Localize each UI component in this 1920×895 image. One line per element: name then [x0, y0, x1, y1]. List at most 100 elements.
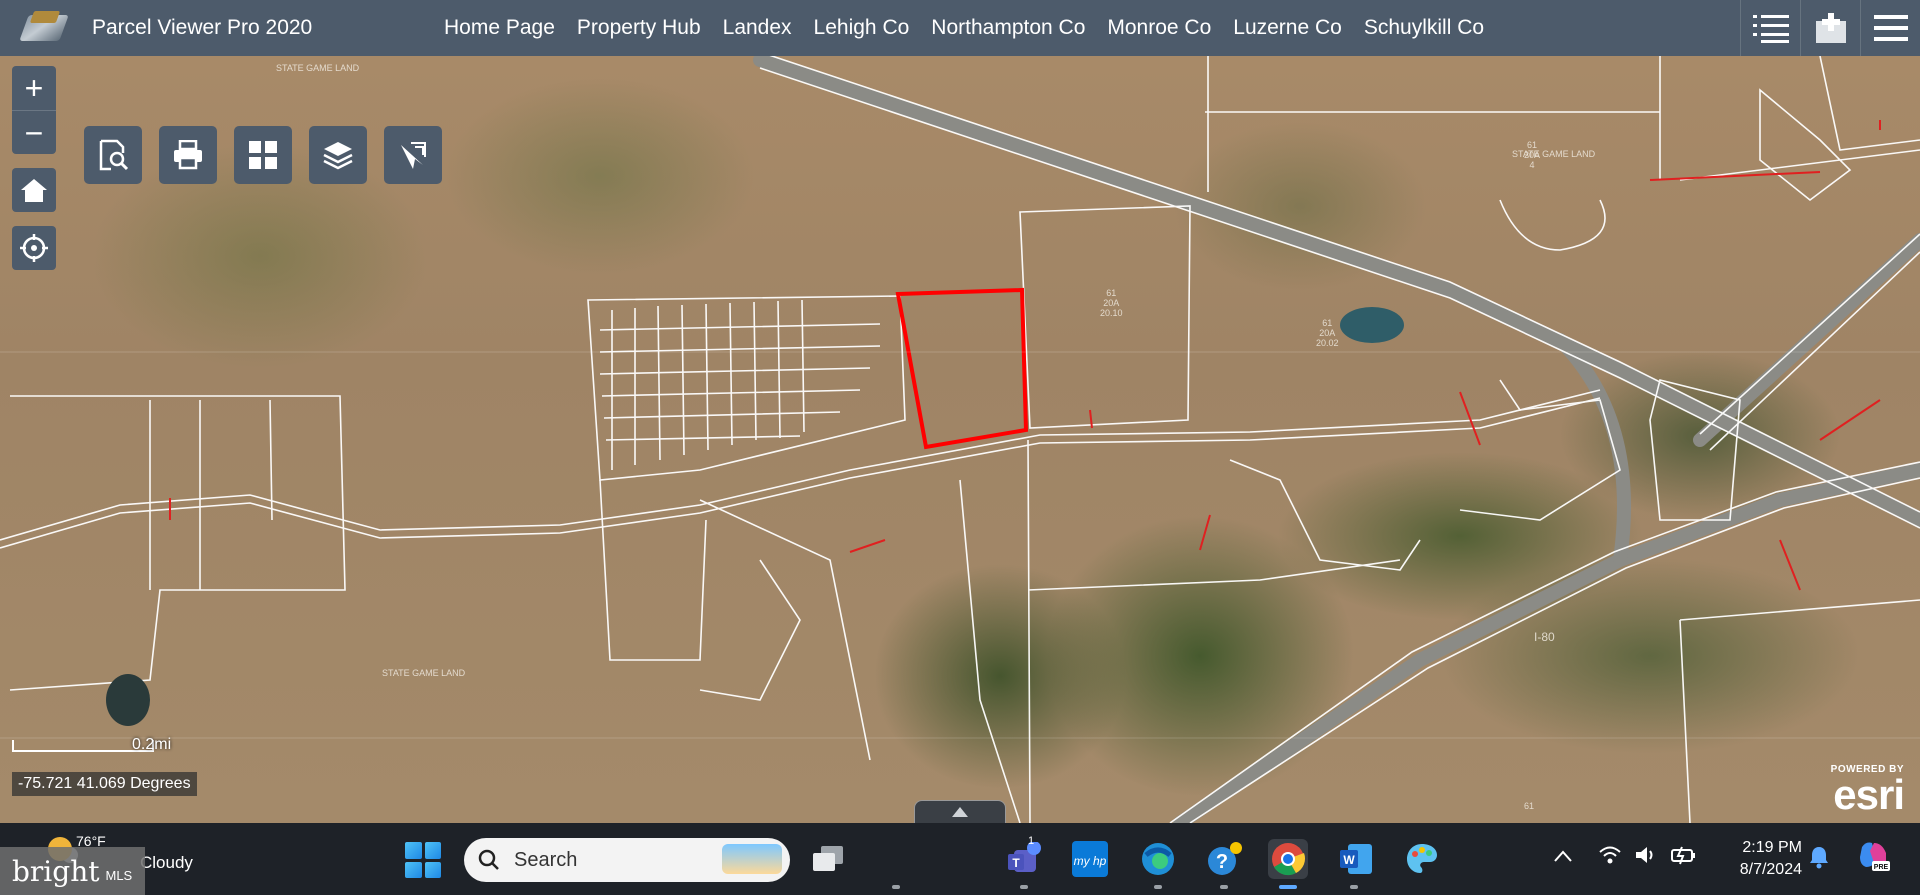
word-icon: W — [1340, 844, 1372, 874]
zoom-in-button[interactable]: + — [12, 66, 56, 110]
expand-panel-tab[interactable] — [914, 800, 1006, 823]
chrome-app[interactable] — [1268, 839, 1308, 879]
edge-app[interactable] — [1138, 839, 1178, 879]
nav-lehigh-co[interactable]: Lehigh Co — [814, 16, 910, 40]
myhp-app[interactable]: my hp — [1070, 839, 1110, 879]
zoom-control: + − — [12, 66, 56, 154]
nav-northampton-co[interactable]: Northampton Co — [931, 16, 1085, 40]
taskbar-indicator — [1154, 885, 1162, 889]
locate-crosshair-icon — [20, 234, 48, 262]
svg-text:W: W — [1343, 853, 1355, 867]
paint-palette-icon — [1407, 844, 1437, 873]
map-label-state-game-land: STATE GAME LAND — [382, 668, 466, 678]
bell-icon — [1810, 847, 1828, 869]
zoom-out-button[interactable]: − — [12, 110, 56, 154]
teams-badge: 1 — [1028, 835, 1035, 847]
taskbar-indicator — [1350, 885, 1358, 889]
battery-charging-icon — [1671, 846, 1695, 865]
map-pin-add-icon — [1815, 13, 1846, 43]
menu-button[interactable] — [1860, 0, 1920, 56]
map-label-state-game-land: STATE GAME LAND — [276, 63, 360, 73]
paint-app[interactable] — [1402, 839, 1442, 879]
taskbar-indicator — [892, 885, 900, 889]
add-bookmark-button[interactable] — [1800, 0, 1860, 56]
copilot-button[interactable]: PRE — [1856, 839, 1890, 879]
map-view[interactable]: STATE GAME LAND STATE GAME LAND STATE GA… — [0, 56, 1920, 823]
bright-mls-watermark: bright MLS — [0, 847, 145, 895]
locate-button[interactable] — [12, 226, 56, 270]
task-view-button[interactable] — [808, 839, 848, 879]
weather-condition: Cloudy — [140, 853, 193, 872]
wifi-icon — [1599, 846, 1621, 864]
notifications-button[interactable] — [1808, 845, 1830, 875]
main-nav: Home Page Property Hub Landex Lehigh Co … — [444, 0, 1506, 56]
chrome-browser-icon — [1272, 843, 1306, 876]
svg-text:my hp: my hp — [1074, 854, 1107, 868]
watermark-suffix: MLS — [105, 867, 133, 883]
wifi-status[interactable] — [1598, 845, 1622, 871]
coordinate-readout: -75.721 41.069 Degrees — [12, 772, 197, 796]
battery-status[interactable] — [1670, 845, 1696, 871]
scale-bar: 0.2mi — [8, 736, 171, 762]
map-label-parcel: 61 20A 20.02 — [1316, 318, 1339, 348]
volume-status[interactable] — [1634, 845, 1658, 871]
nav-home-page[interactable]: Home Page — [444, 16, 555, 40]
map-label-parcel: 61 20A 20.10 — [1100, 288, 1123, 318]
layers-button[interactable] — [309, 126, 367, 184]
windows-taskbar: 76°F Cloudy bright MLS Search T 1 my hp … — [0, 823, 1920, 895]
selected-parcel-outline[interactable] — [895, 287, 1029, 450]
search-highlight-art — [722, 844, 782, 874]
clock-date: 8/7/2024 — [1739, 861, 1802, 878]
taskbar-indicator-active — [1279, 885, 1297, 889]
help-icon: ? — [1208, 842, 1242, 875]
search-document-icon — [99, 139, 129, 171]
header-tools — [1740, 0, 1920, 56]
get-help-app[interactable]: ? — [1204, 839, 1244, 879]
esri-attribution[interactable]: POWERED BY esri — [1831, 764, 1905, 818]
nav-landex[interactable]: Landex — [723, 16, 792, 40]
printer-icon — [174, 140, 202, 170]
list-icon — [1752, 15, 1789, 43]
watermark-brand: bright — [12, 854, 100, 888]
search-placeholder: Search — [514, 848, 578, 871]
system-clock[interactable]: 2:19 PM 8/7/2024 — [1718, 837, 1802, 881]
esri-logo: esri — [1833, 771, 1905, 818]
show-hidden-icons-button[interactable] — [1554, 845, 1572, 868]
list-button[interactable] — [1740, 0, 1800, 56]
task-view-icon — [813, 846, 843, 871]
word-app[interactable]: W — [1336, 839, 1376, 879]
scale-bar-label: 0.2mi — [132, 736, 172, 753]
search-parcel-button[interactable] — [84, 126, 142, 184]
search-icon — [478, 849, 499, 870]
select-pointer-icon — [401, 142, 426, 169]
nav-property-hub[interactable]: Property Hub — [577, 16, 701, 40]
nav-luzerne-co[interactable]: Luzerne Co — [1233, 16, 1342, 40]
basemap-gallery-button[interactable] — [234, 126, 292, 184]
myhp-icon: my hp — [1072, 841, 1108, 877]
nav-schuylkill-co[interactable]: Schuylkill Co — [1364, 16, 1484, 40]
home-extent-button[interactable] — [12, 168, 56, 212]
map-controls: + − — [12, 66, 56, 270]
chevron-up-icon — [952, 807, 968, 817]
taskbar-search[interactable]: Search — [464, 838, 790, 882]
clock-time: 2:19 PM — [1742, 839, 1802, 856]
copilot-icon: PRE — [1860, 842, 1890, 871]
home-icon — [21, 179, 47, 202]
hamburger-menu-icon — [1873, 15, 1908, 41]
nav-monroe-co[interactable]: Monroe Co — [1107, 16, 1211, 40]
app-title: Parcel Viewer Pro 2020 — [92, 16, 313, 39]
identify-tool-button[interactable] — [384, 126, 442, 184]
taskbar-indicator — [1020, 885, 1028, 889]
edge-browser-icon — [1142, 843, 1174, 875]
svg-text:?: ? — [1216, 851, 1228, 873]
grid-icon — [249, 141, 277, 169]
app-header: Parcel Viewer Pro 2020 Home Page Propert… — [0, 0, 1920, 56]
print-button[interactable] — [159, 126, 217, 184]
teams-app[interactable]: T 1 — [1004, 835, 1044, 879]
app-logo — [19, 7, 70, 49]
chevron-up-icon — [1554, 850, 1572, 862]
layers-icon — [323, 142, 353, 170]
taskbar-indicator — [1220, 885, 1228, 889]
svg-text:T: T — [1012, 856, 1020, 870]
start-button[interactable] — [405, 842, 441, 878]
